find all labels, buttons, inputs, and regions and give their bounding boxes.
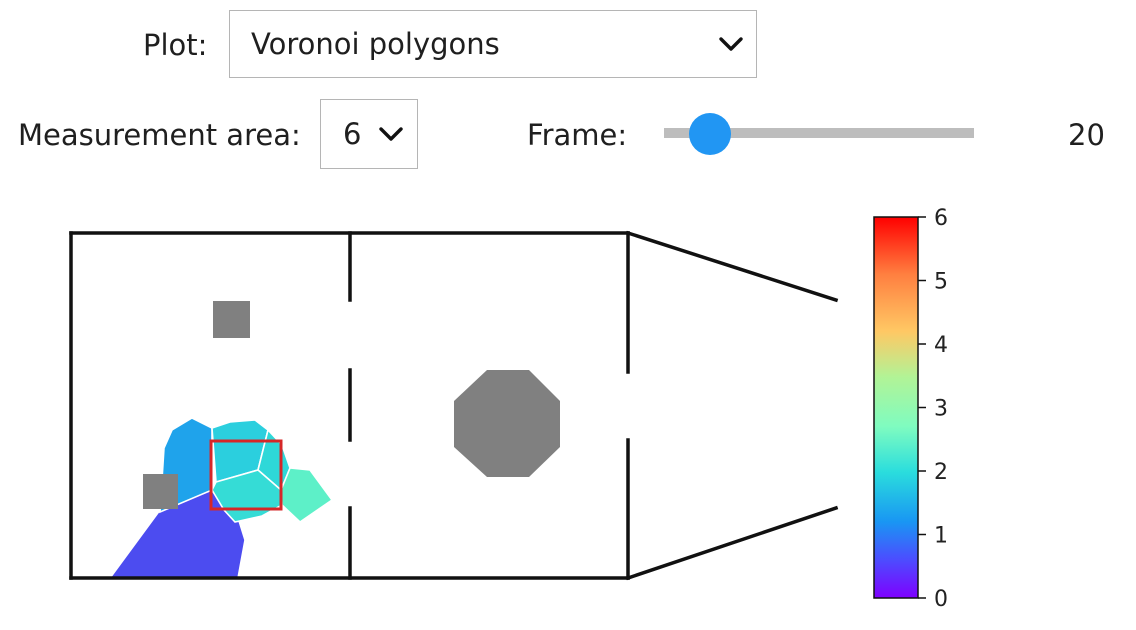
- plot-select-value: Voronoi polygons: [251, 27, 500, 61]
- measurement-area-value: 6: [343, 117, 362, 151]
- plot-label: Plot:: [143, 28, 208, 62]
- voronoi-plot: 6 5 4 3 2 1 0: [69, 206, 948, 612]
- chevron-down-icon: [379, 127, 403, 141]
- wall: [625, 230, 839, 303]
- frame-label: Frame:: [527, 118, 628, 152]
- wall: [625, 505, 839, 581]
- colorbar-tick-label: 4: [934, 333, 948, 358]
- colorbar-tick-label: 5: [934, 270, 948, 295]
- measurement-area-select[interactable]: 6: [320, 99, 418, 169]
- colorbar-tick-label: 6: [934, 206, 948, 231]
- colorbar-tick-label: 3: [934, 397, 948, 422]
- obstacle-square: [143, 474, 178, 509]
- voronoi-cell: [280, 467, 334, 524]
- colorbar: 6 5 4 3 2 1 0: [873, 206, 948, 612]
- colorbar-tick-label: 2: [934, 460, 948, 485]
- colorbar-tick-label: 0: [934, 587, 948, 612]
- plot-select[interactable]: Voronoi polygons: [229, 10, 757, 78]
- colorbar-gradient: [873, 216, 919, 599]
- obstacle-square: [213, 301, 250, 338]
- colorbar-tick-label: 1: [934, 524, 948, 549]
- chevron-down-icon: [719, 37, 743, 51]
- colorbar-ticks: 6 5 4 3 2 1 0: [918, 206, 948, 612]
- measurement-area-label: Measurement area:: [18, 118, 301, 152]
- frame-slider-thumb[interactable]: [689, 113, 731, 155]
- frame-value: 20: [1068, 118, 1105, 152]
- obstacle-octagon: [454, 370, 560, 477]
